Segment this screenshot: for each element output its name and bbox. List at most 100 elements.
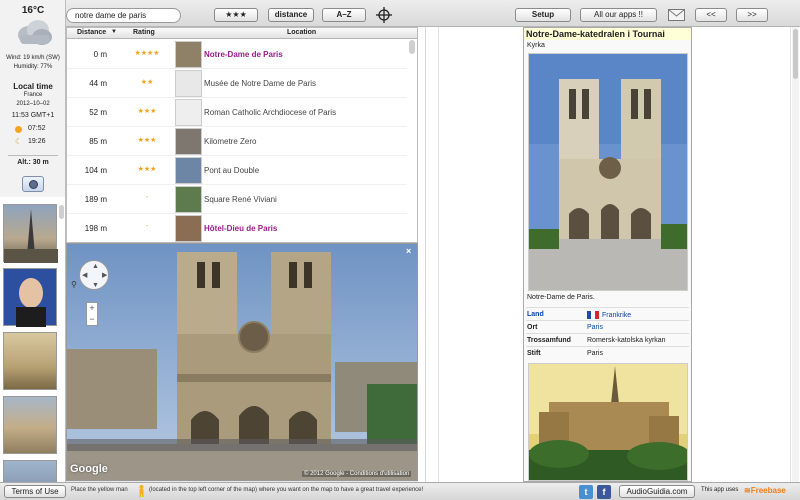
- table-header: Distance ▼ Rating Location: [67, 28, 417, 39]
- pan-control[interactable]: ▲ ▼ ◀ ▶: [79, 260, 109, 290]
- header-location[interactable]: Location: [287, 29, 316, 36]
- sort-arrow-icon: ▼: [111, 29, 117, 35]
- photo-thumbnail[interactable]: [3, 396, 57, 454]
- prev-button[interactable]: <<: [695, 8, 727, 22]
- sunset-icon: ☾: [15, 137, 23, 146]
- row-thumbnail: [175, 128, 202, 155]
- table-row[interactable]: 44 m ★★ Musée de Notre Dame de Paris: [67, 69, 407, 98]
- pan-up-icon[interactable]: ▲: [92, 263, 99, 270]
- date: 2012–10–02: [16, 101, 50, 107]
- top-toolbar: ★★★ distance A–Z Setup All our apps !! <…: [0, 0, 800, 27]
- freebase-icon: ≋: [744, 486, 751, 495]
- row-thumbnail: [175, 186, 202, 213]
- row-thumbnail: [175, 99, 202, 126]
- wind-info: Wind: 19 km/h (SW): [6, 55, 60, 61]
- table-row[interactable]: 104 m ★★★ Pont au Double: [67, 156, 407, 185]
- row-distance: 52 m: [89, 108, 107, 117]
- audioguidia-link[interactable]: AudioGuidia.com: [619, 485, 695, 498]
- row-rating: -: [145, 223, 149, 230]
- table-row[interactable]: 198 m - Hôtel-Dieu de Paris: [67, 214, 407, 242]
- street-view[interactable]: ▲ ▼ ◀ ▶ ⚲ + − × Google © 2012 Google - C…: [66, 243, 418, 481]
- header-distance[interactable]: Distance: [77, 29, 106, 36]
- close-street-view-button[interactable]: ×: [406, 246, 411, 256]
- terms-of-use-button[interactable]: Terms of Use: [4, 485, 66, 498]
- row-rating: ★★★: [137, 137, 157, 144]
- photo-thumbnail[interactable]: [3, 268, 57, 327]
- search-input[interactable]: [66, 8, 181, 23]
- street-view-image: [67, 244, 417, 480]
- row-distance: 44 m: [89, 79, 107, 88]
- sunrise-icon: [15, 126, 22, 133]
- pan-left-icon[interactable]: ◀: [82, 272, 87, 279]
- pegman-icon: [139, 485, 144, 497]
- sunset-time: 19:26: [28, 138, 46, 145]
- next-button[interactable]: >>: [736, 8, 768, 22]
- row-location-name: Notre-Dame de Paris: [204, 50, 283, 59]
- row-location-name: Square René Viviani: [204, 195, 277, 204]
- divider: [438, 27, 439, 482]
- infobox-value[interactable]: Frankrike: [587, 311, 631, 319]
- infobox-key: Stift: [527, 350, 541, 357]
- row-thumbnail: [175, 41, 202, 68]
- scrollbar[interactable]: [59, 205, 64, 219]
- divider: [790, 27, 791, 482]
- sort-distance-button[interactable]: distance: [268, 8, 314, 22]
- header-rating[interactable]: Rating: [133, 29, 155, 36]
- infobox-value: Romersk-katolska kyrkan: [587, 337, 666, 344]
- row-rating: ★★★: [137, 166, 157, 173]
- zoom-out-button[interactable]: −: [87, 314, 97, 325]
- twitter-icon[interactable]: t: [579, 485, 593, 499]
- photo-strip: [0, 197, 66, 482]
- zoom-in-button[interactable]: +: [87, 303, 97, 314]
- scrollbar[interactable]: [409, 40, 415, 54]
- sunrise-time: 07:52: [28, 125, 46, 132]
- hint-text: (located in the top left corner of the m…: [149, 487, 424, 493]
- infobox-row: Trossamfund Romersk-katolska kyrkan: [526, 333, 689, 346]
- facebook-icon[interactable]: f: [597, 485, 611, 499]
- pan-right-icon[interactable]: ▶: [102, 272, 107, 279]
- sort-az-button[interactable]: A–Z: [322, 8, 366, 22]
- zoom-control: + −: [86, 302, 98, 326]
- temperature: 16°C: [21, 5, 45, 16]
- scrollbar[interactable]: [792, 27, 799, 482]
- locate-crosshair-icon[interactable]: [376, 7, 392, 23]
- local-time: 11:53 GMT+1: [11, 112, 55, 119]
- photo-thumbnail[interactable]: [3, 204, 58, 263]
- freebase-label: Freebase: [750, 486, 786, 495]
- mail-icon[interactable]: [668, 9, 685, 21]
- freebase-logo[interactable]: ≋Freebase: [744, 486, 786, 495]
- table-row[interactable]: 52 m ★★★ Roman Catholic Archdiocese of Par…: [67, 98, 407, 127]
- infobox-key[interactable]: Land: [527, 311, 544, 318]
- local-time-title: Local time: [13, 82, 53, 91]
- table-row[interactable]: 0 m ★★★★ Notre-Dame de Paris: [67, 40, 407, 69]
- france-flag-icon: [587, 311, 599, 319]
- results-table: Distance ▼ Rating Location 0 m ★★★★ Notre-…: [66, 27, 418, 243]
- setup-button[interactable]: Setup: [515, 8, 571, 22]
- photo-thumbnail[interactable]: [3, 332, 57, 390]
- wiki-subtitle: Kyrka: [527, 42, 545, 49]
- wiki-image[interactable]: [528, 53, 688, 291]
- infobox-value-text: Paris: [587, 324, 603, 331]
- infobox-value-text: Paris: [587, 350, 603, 357]
- sort-rating-button[interactable]: ★★★: [214, 8, 258, 22]
- google-logo: Google: [70, 463, 108, 475]
- row-location-name: Kilometre Zero: [204, 137, 257, 146]
- infobox-key: Ort: [527, 324, 538, 331]
- app-uses-label: This app uses: [701, 487, 739, 493]
- all-apps-button[interactable]: All our apps !!: [580, 8, 657, 22]
- infobox-row: Ort Paris: [526, 320, 689, 333]
- infobox-value-text: Frankrike: [602, 311, 632, 319]
- pegman-icon[interactable]: ⚲: [71, 280, 77, 289]
- wiki-image[interactable]: [528, 363, 688, 481]
- wiki-caption: Notre-Dame de Paris.: [527, 294, 595, 301]
- map-copyright[interactable]: © 2012 Google - Conditions d'utilisation: [302, 471, 412, 477]
- infobox-value[interactable]: Paris: [587, 324, 603, 331]
- photo-thumbnail[interactable]: [3, 460, 57, 482]
- pan-down-icon[interactable]: ▼: [92, 282, 99, 289]
- table-row[interactable]: 85 m ★★★ Kilometre Zero: [67, 127, 407, 156]
- table-row[interactable]: 189 m - Square René Viviani: [67, 185, 407, 214]
- camera-icon[interactable]: [22, 176, 44, 192]
- infobox-value-text: Romersk-katolska kyrkan: [587, 337, 666, 344]
- row-rating: ★★★: [137, 108, 157, 115]
- wiki-title: Notre-Dame-katedralen i Tournai: [524, 28, 691, 40]
